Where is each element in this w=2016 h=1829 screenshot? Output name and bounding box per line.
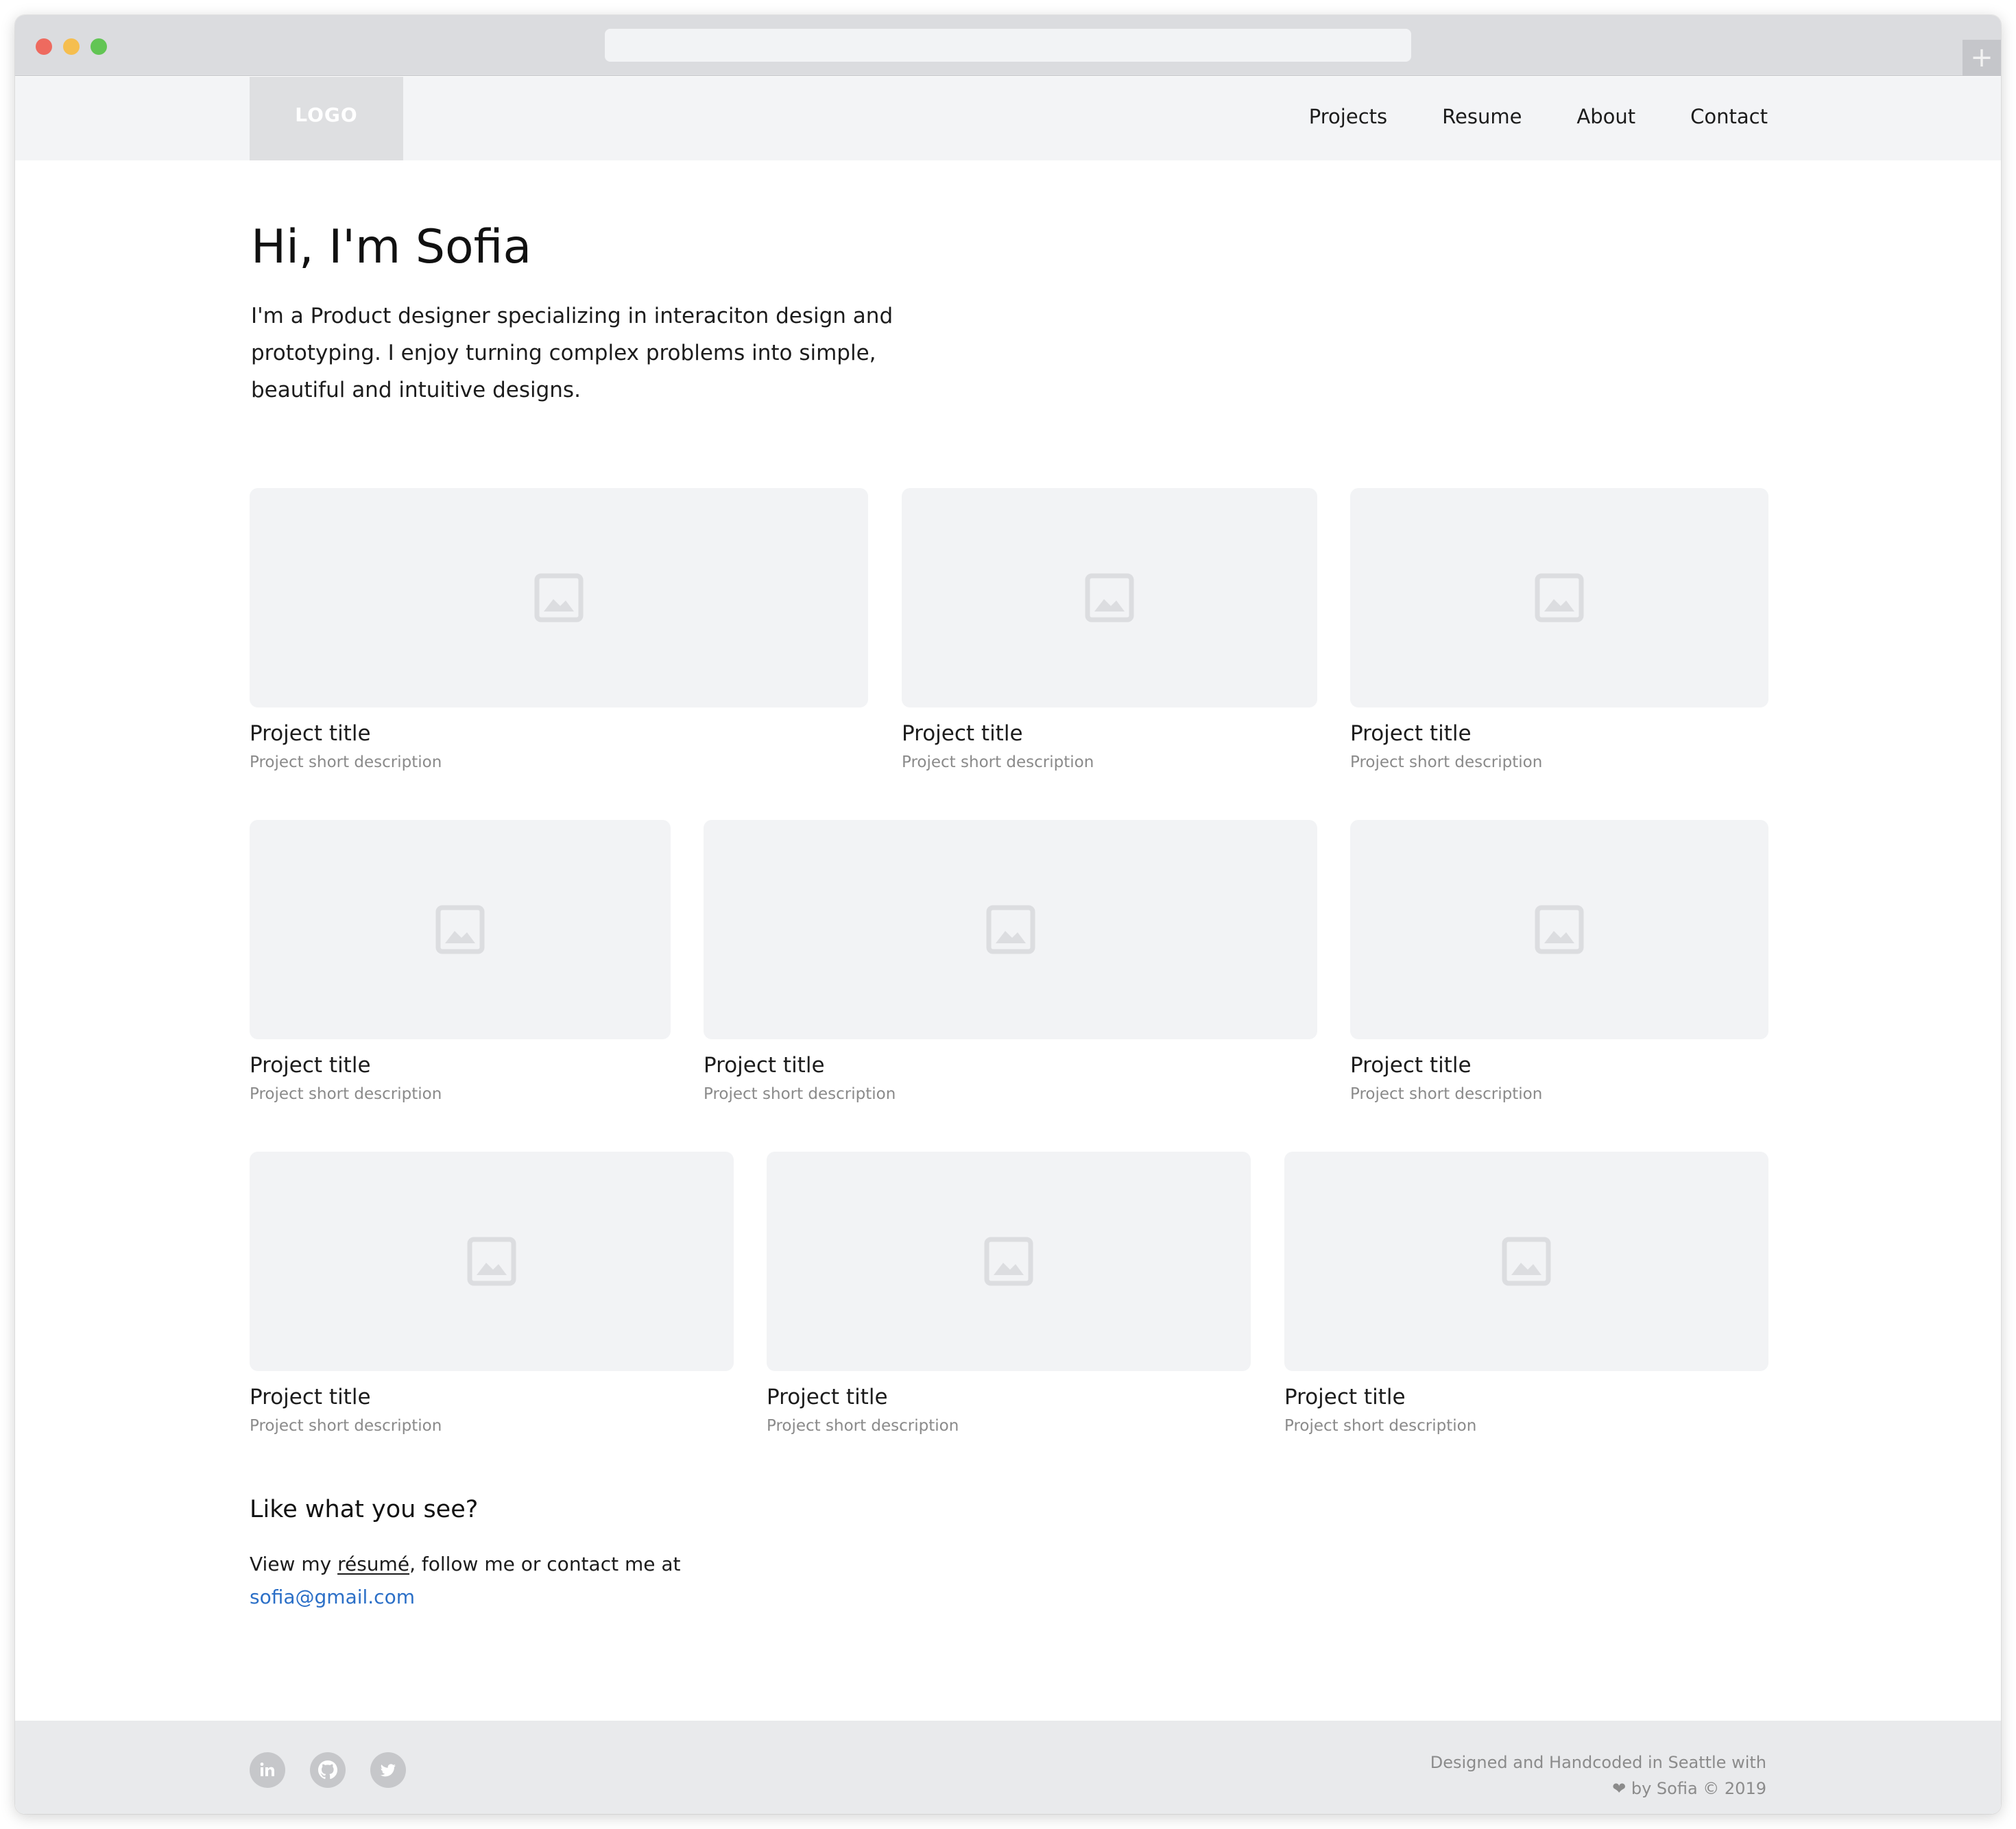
new-tab-button[interactable]: + <box>1963 40 2001 75</box>
project-card[interactable]: Project title Project short description <box>250 820 671 1105</box>
project-card[interactable]: Project title Project short description <box>1284 1152 1768 1437</box>
project-thumbnail[interactable] <box>902 488 1317 707</box>
github-icon[interactable] <box>310 1752 346 1788</box>
cta-text: View my résumé, follow me or contact me … <box>250 1548 798 1614</box>
image-placeholder-icon <box>534 573 584 622</box>
project-title[interactable]: Project title <box>250 1382 734 1412</box>
project-thumbnail[interactable] <box>704 820 1317 1039</box>
footer-credit-author: by Sofia © 2019 <box>1626 1779 1766 1798</box>
nav-contact[interactable]: Contact <box>1690 105 1768 132</box>
project-card[interactable]: Project title Project short description <box>902 488 1317 773</box>
project-description: Project short description <box>767 1417 959 1435</box>
email-link[interactable]: sofia@gmail.com <box>250 1586 415 1608</box>
social-links <box>250 1752 406 1788</box>
image-placeholder-icon <box>467 1237 516 1286</box>
project-title[interactable]: Project title <box>1284 1382 1768 1412</box>
nav-resume[interactable]: Resume <box>1442 105 1522 132</box>
project-thumbnail[interactable] <box>250 488 868 707</box>
project-description: Project short description <box>902 753 1094 771</box>
site-footer: Designed and Handcoded in Seattle with ❤… <box>15 1721 2001 1814</box>
footer-credit-line1: Designed and Handcoded in Seattle with <box>1430 1753 1766 1772</box>
footer-credit-line2: ❤ by Sofia © 2019 <box>1430 1776 1766 1802</box>
hero-title: Hi, I'm Sofia <box>251 220 532 274</box>
resume-link[interactable]: résumé <box>337 1553 409 1575</box>
project-card[interactable]: Project title Project short description <box>767 1152 1251 1437</box>
hero-intro: I'm a Product designer specializing in i… <box>251 304 893 402</box>
image-placeholder-icon <box>1535 905 1584 954</box>
project-thumbnail[interactable] <box>250 1152 734 1371</box>
project-description: Project short description <box>1284 1417 1477 1435</box>
minimize-window-button[interactable] <box>63 38 80 55</box>
project-card[interactable]: Project title Project short description <box>704 820 1317 1105</box>
logo[interactable]: LOGO <box>250 77 403 160</box>
project-thumbnail[interactable] <box>1284 1152 1768 1371</box>
close-window-button[interactable] <box>36 38 52 55</box>
maximize-window-button[interactable] <box>91 38 107 55</box>
project-title[interactable]: Project title <box>1350 1050 1768 1080</box>
project-description: Project short description <box>250 1085 442 1103</box>
project-title[interactable]: Project title <box>704 1050 1317 1080</box>
project-title[interactable]: Project title <box>902 718 1317 749</box>
footer-credit: Designed and Handcoded in Seattle with ❤… <box>1430 1749 1766 1802</box>
project-thumbnail[interactable] <box>1350 488 1768 707</box>
address-bar[interactable] <box>605 29 1411 62</box>
project-title[interactable]: Project title <box>767 1382 1251 1412</box>
project-description: Project short description <box>1350 1085 1543 1103</box>
image-placeholder-icon <box>984 1237 1033 1286</box>
cta-text-suffix: , follow me or contact me at <box>409 1553 681 1575</box>
project-description: Project short description <box>250 753 442 771</box>
cta-text-prefix: View my <box>250 1553 338 1575</box>
heart-icon: ❤ <box>1612 1779 1627 1798</box>
project-description: Project short description <box>250 1417 442 1435</box>
site-header: LOGO Projects Resume About Contact <box>15 77 2001 160</box>
project-card[interactable]: Project title Project short description <box>250 1152 734 1437</box>
linkedin-icon[interactable] <box>250 1752 285 1788</box>
project-title[interactable]: Project title <box>250 1050 671 1080</box>
nav-projects[interactable]: Projects <box>1309 105 1387 132</box>
nav-about[interactable]: About <box>1576 105 1635 132</box>
project-title[interactable]: Project title <box>1350 718 1768 749</box>
project-thumbnail[interactable] <box>1350 820 1768 1039</box>
project-thumbnail[interactable] <box>250 820 671 1039</box>
image-placeholder-icon <box>1535 573 1584 622</box>
browser-window: + LOGO Projects Resume About Contact Hi,… <box>15 15 2001 1814</box>
image-placeholder-icon <box>435 905 485 954</box>
image-placeholder-icon <box>1502 1237 1551 1286</box>
image-placeholder-icon <box>986 905 1035 954</box>
main-nav: Projects Resume About Contact <box>1309 77 1768 160</box>
browser-toolbar: + <box>15 15 2001 76</box>
project-card[interactable]: Project title Project short description <box>1350 820 1768 1105</box>
project-card[interactable]: Project title Project short description <box>1350 488 1768 773</box>
project-card[interactable]: Project title Project short description <box>250 488 868 773</box>
project-title[interactable]: Project title <box>250 718 868 749</box>
cta-title: Like what you see? <box>250 1496 479 1523</box>
page-content: LOGO Projects Resume About Contact Hi, I… <box>15 77 2001 1814</box>
project-thumbnail[interactable] <box>767 1152 1251 1371</box>
project-description: Project short description <box>704 1085 896 1103</box>
project-description: Project short description <box>1350 753 1543 771</box>
image-placeholder-icon <box>1085 573 1134 622</box>
twitter-icon[interactable] <box>370 1752 406 1788</box>
